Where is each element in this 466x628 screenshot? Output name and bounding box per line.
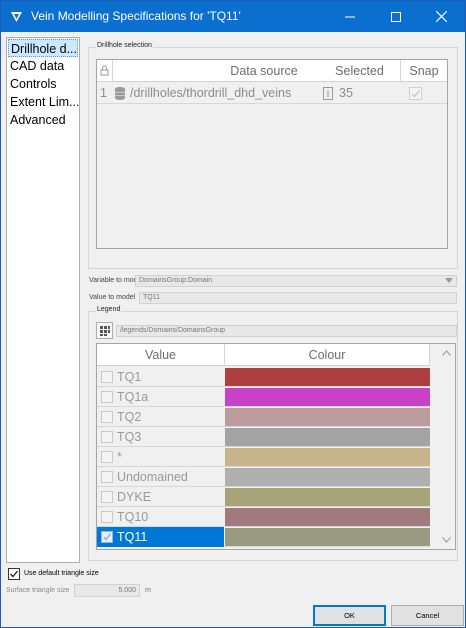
legend-row-value: TQ1a (117, 390, 149, 404)
nav-item-cad-data[interactable]: CAD data (8, 57, 78, 75)
window-title: Vein Modelling Specifications for 'TQ11' (31, 9, 241, 23)
legend-row-value: TQ10 (117, 510, 149, 524)
nav-item-controls[interactable]: Controls (8, 75, 78, 93)
legend-row-checkbox[interactable] (101, 431, 113, 443)
legend-row-checkbox[interactable] (101, 391, 113, 403)
nav-item-drillhole-data[interactable]: Drillhole d... (8, 39, 78, 57)
selected-count: 35 (339, 86, 353, 100)
legend-row-value: * (117, 450, 122, 464)
legend-row[interactable]: TQ1a (97, 387, 430, 407)
legend-row-value: TQ2 (117, 410, 142, 424)
legend-row-colour[interactable] (225, 428, 430, 446)
legend-row-colour[interactable] (225, 508, 430, 526)
legend-row-colour[interactable] (225, 528, 430, 546)
legend-row-colour[interactable] (225, 368, 430, 386)
surface-triangle-size-value: 5.000 (118, 587, 136, 594)
grid-icon (100, 326, 110, 336)
legend-row-colour[interactable] (225, 488, 430, 506)
legend-row-checkbox[interactable] (101, 451, 113, 463)
nav-item-advanced[interactable]: Advanced (8, 111, 78, 129)
legend-row[interactable]: * (97, 447, 430, 467)
surface-triangle-size-field[interactable]: 5.000 (74, 584, 140, 597)
legend-row-value: Undomained (117, 470, 188, 484)
section-nav: Drillhole d... CAD data Controls Extent … (6, 37, 80, 563)
datasource-grid: Data source Selected Snap 1 /drillholes/… (96, 59, 448, 249)
legend-browse-button[interactable] (96, 322, 113, 339)
selection-count-icon (323, 87, 333, 100)
legend-row-checkbox[interactable] (101, 471, 113, 483)
scroll-up-icon (442, 350, 451, 356)
chevron-down-icon (445, 278, 453, 283)
legend-row-checkbox[interactable] (101, 371, 113, 383)
surface-triangle-size-unit: m (145, 587, 151, 594)
legend-label: Legend (96, 306, 122, 313)
minimize-icon (344, 16, 355, 17)
dialog-window: Vein Modelling Specifications for 'TQ11'… (0, 0, 466, 628)
value-to-model-label: Value to model (89, 294, 136, 301)
ok-button[interactable]: OK (313, 605, 386, 626)
surface-triangle-size-label: Surface triangle size (6, 587, 70, 594)
variable-to-model-select[interactable]: DomainsGroup:Domain (135, 275, 457, 287)
legend-row[interactable]: TQ1 (97, 367, 430, 387)
snap-checkbox[interactable] (409, 87, 422, 100)
default-triangle-checkbox[interactable] (8, 568, 20, 580)
legend-row-colour[interactable] (225, 468, 430, 486)
legend-row-checkbox[interactable] (101, 491, 113, 503)
datasource-row[interactable]: 1 /drillholes/thordrill_dhd_veins 35 (97, 83, 447, 104)
app-logo-icon (9, 9, 24, 24)
legend-row-colour[interactable] (225, 388, 430, 406)
default-triangle-label: Use default triangle size (24, 570, 99, 577)
checkmark-icon (10, 570, 19, 578)
legend-row[interactable]: Undomained (97, 467, 430, 487)
legend-row[interactable]: DYKE (97, 487, 430, 507)
legend-row-selected[interactable]: TQ11 (97, 527, 430, 547)
legend-row-value: TQ1 (117, 370, 142, 384)
legend-row-checkbox[interactable] (101, 531, 113, 543)
nav-item-extent-limits[interactable]: Extent Lim... (8, 93, 78, 111)
legend-path: /legends/Domains/DomainsGroup (120, 327, 226, 334)
legend-row-value: TQ11 (117, 530, 148, 544)
cancel-button[interactable]: Cancel (391, 605, 464, 626)
title-bar: Vein Modelling Specifications for 'TQ11' (1, 1, 465, 32)
scroll-down-icon (442, 537, 451, 543)
legend-row-checkbox[interactable] (101, 511, 113, 523)
variable-to-model-value: DomainsGroup:Domain (139, 277, 213, 284)
legend-row-value: DYKE (117, 490, 152, 504)
legend-grid: Value Colour TQ1 TQ1a TQ2 TQ3 * Undomain… (96, 343, 456, 550)
legend-path-field[interactable]: /legends/Domains/DomainsGroup (116, 325, 457, 337)
legend-row-colour[interactable] (225, 448, 430, 466)
minimize-button[interactable] (327, 1, 372, 32)
drillhole-selection-label: Drillhole selection (96, 42, 153, 49)
close-icon (436, 11, 447, 22)
maximize-icon (390, 11, 401, 22)
database-icon (115, 87, 125, 100)
colour-header[interactable]: Colour (225, 344, 430, 366)
lock-header (97, 60, 113, 82)
selected-header[interactable]: Selected (319, 60, 401, 82)
checkmark-icon (411, 90, 420, 98)
legend-row-colour[interactable] (225, 408, 430, 426)
legend-scrollbar[interactable] (438, 344, 455, 549)
value-to-model-field[interactable]: TQ11 (139, 292, 457, 304)
row-index: 1 (100, 86, 107, 100)
value-to-model-value: TQ11 (143, 294, 160, 301)
close-button[interactable] (419, 1, 464, 32)
legend-row[interactable]: TQ10 (97, 507, 430, 527)
lock-icon (100, 65, 109, 76)
datasource-path: /drillholes/thordrill_dhd_veins (130, 86, 292, 100)
checkmark-icon (103, 533, 111, 541)
snap-header[interactable]: Snap (401, 60, 447, 82)
legend-row-value: TQ3 (117, 430, 142, 444)
legend-row-checkbox[interactable] (101, 411, 113, 423)
value-header[interactable]: Value (97, 344, 225, 366)
legend-row[interactable]: TQ3 (97, 427, 430, 447)
maximize-button[interactable] (373, 1, 418, 32)
legend-row[interactable]: TQ2 (97, 407, 430, 427)
